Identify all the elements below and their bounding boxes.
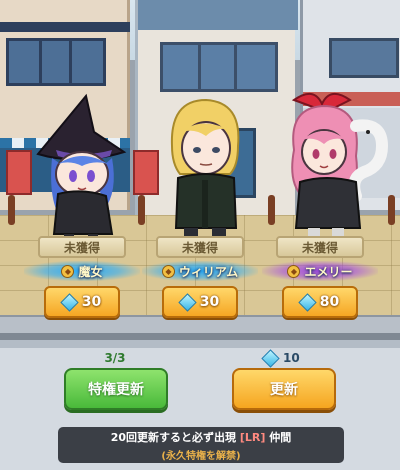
refresh-label: 更新 <box>270 382 298 398</box>
status-plaque: 未獲得 <box>276 236 364 258</box>
gem-icon <box>261 348 280 368</box>
vending-machine <box>133 150 159 195</box>
gem-icon <box>178 292 197 312</box>
character-william[interactable] <box>160 96 250 246</box>
character-name: 魔女 <box>78 264 103 279</box>
guarantee-info-box: 20回更新すると必ず出現 [LR] 仲間 (永久特権を解禁) <box>58 427 344 463</box>
rarity-medal-icon: ◆ <box>161 264 175 278</box>
price-value: 30 <box>81 294 102 310</box>
privilege-refresh-label: 特権更新 <box>88 382 144 398</box>
name-banner: ◆ エメリー <box>262 261 378 281</box>
gem-icon <box>298 292 317 312</box>
status-plaque: 未獲得 <box>38 236 126 258</box>
character-card-2[interactable]: 未獲得 ◆ ウィリアム 30 <box>142 236 258 322</box>
bollard <box>268 195 275 225</box>
buy-button[interactable]: 80 <box>282 286 358 318</box>
bollard <box>8 195 15 225</box>
price-value: 30 <box>199 294 220 310</box>
guarantee-text: 20回更新すると必ず出現 [LR] 仲間 <box>110 430 292 444</box>
name-banner: ◆ 魔女 <box>24 261 140 281</box>
character-witch[interactable] <box>28 92 128 242</box>
character-card-1[interactable]: 未獲得 ◆ 魔女 30 <box>24 236 140 322</box>
character-name: エメリー <box>304 264 353 279</box>
bollard <box>138 195 145 225</box>
gem-icon <box>60 292 79 312</box>
name-banner: ◆ ウィリアム <box>142 261 258 281</box>
character-name: ウィリアム <box>178 264 239 279</box>
street-background: 未獲得 ◆ 魔女 30 未獲得 ◆ ウィリアム 30 未獲得 ◆ エメリー 80 <box>0 0 400 470</box>
rarity-medal-icon: ◆ <box>61 264 75 278</box>
privilege-refresh-count: 3/3 <box>104 351 126 365</box>
price-value: 80 <box>319 294 340 310</box>
lr-tag: [LR] <box>239 430 266 444</box>
status-plaque: 未獲得 <box>156 236 244 258</box>
refresh-cost: 10 <box>261 348 300 368</box>
emery-sprite <box>291 93 389 240</box>
william-sprite <box>170 98 240 240</box>
refresh-button[interactable]: 更新 <box>232 368 336 410</box>
refresh-cost-value: 10 <box>283 351 300 365</box>
buy-button[interactable]: 30 <box>162 286 238 318</box>
rarity-medal-icon: ◆ <box>287 264 301 278</box>
character-card-3[interactable]: 未獲得 ◆ エメリー 80 <box>262 236 378 322</box>
privilege-refresh-button[interactable]: 特権更新 <box>64 368 168 410</box>
witch-sprite <box>36 93 127 240</box>
buy-button[interactable]: 30 <box>44 286 120 318</box>
guarantee-subtext: (永久特権を解禁) <box>161 450 241 462</box>
character-emery[interactable] <box>286 86 396 244</box>
